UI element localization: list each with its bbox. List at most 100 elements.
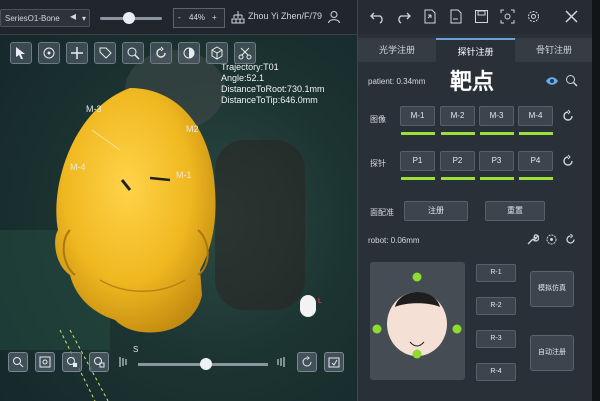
robot-settings-icon[interactable] <box>545 233 558 246</box>
panel-toolbar <box>358 0 593 34</box>
marker-label-m1: M-1 <box>176 170 192 180</box>
series-select[interactable]: SeriesO1-Bone ▾ <box>0 9 90 27</box>
zoom-in-button[interactable]: + <box>212 9 217 27</box>
head-topview-icon <box>372 272 462 359</box>
undo-icon <box>370 12 383 24</box>
registration-tabs: 光学注册 探针注册 骨钉注册 <box>358 38 593 62</box>
reset-view-icon <box>302 356 312 367</box>
redo-button[interactable] <box>396 9 411 24</box>
series-select-value: SeriesO1-Bone <box>5 14 60 23</box>
window-tool-button[interactable] <box>62 352 82 372</box>
tab-screw-registration[interactable]: 骨钉注册 <box>515 38 593 62</box>
export-icon <box>328 357 340 368</box>
contrast-tool-button[interactable] <box>178 42 200 64</box>
register-button[interactable]: 注册 <box>404 201 468 221</box>
probe-point-p4-button[interactable]: P4 <box>518 151 553 171</box>
zoom-slider-thumb[interactable] <box>123 12 135 24</box>
range-left-icon[interactable] <box>118 355 132 369</box>
save-icon <box>475 10 488 23</box>
close-button[interactable] <box>564 9 579 24</box>
distance-to-tip: DistanceToTip:646.0mm <box>221 95 318 105</box>
zoom-out-button[interactable]: - <box>178 9 181 27</box>
3d-viewport[interactable]: M-3 M2 M-4 M-1 L Trajectory:T01 Angle:52… <box>0 0 357 401</box>
probe-p2-status-bar <box>441 177 475 180</box>
probe-point-p3-button[interactable]: P3 <box>479 151 514 171</box>
tag-icon <box>99 47 112 59</box>
slice-label: S <box>133 345 139 354</box>
target-title: 靶点 <box>450 69 495 94</box>
export-view-button[interactable] <box>324 352 344 372</box>
probe-point-p2-button[interactable]: P2 <box>440 151 475 171</box>
registration-panel: 光学注册 探针注册 骨钉注册 patient: 0.34mm 靶点 图像 M-1… <box>357 0 593 401</box>
zoom-value: 44% <box>189 13 206 22</box>
tab-probe-registration[interactable]: 探针注册 <box>436 38 515 62</box>
rotate-tool-button[interactable] <box>150 42 172 64</box>
auto-register-button[interactable]: 自动注册 <box>530 335 574 371</box>
viewer-top-bar: SeriesO1-Bone ▾ ◂ - 44% + Zhou Yi Zhen/F… <box>0 0 357 35</box>
probe-row-label: 探针 <box>370 159 386 168</box>
undo-button[interactable] <box>370 9 385 24</box>
zoom-tool-button[interactable] <box>122 42 144 64</box>
image-point-m4-button[interactable]: M-4 <box>518 106 553 126</box>
layers-tool-button[interactable] <box>89 352 109 372</box>
robot-point-r2-button[interactable]: R-2 <box>476 297 516 315</box>
window-icon <box>67 357 77 367</box>
wrench-icon[interactable] <box>526 233 539 246</box>
contrast-icon <box>183 47 195 59</box>
save-button[interactable] <box>474 9 489 24</box>
patient-error: patient: 0.34mm <box>368 77 426 86</box>
reset-view-button[interactable] <box>297 352 317 372</box>
robot-error: robot: 0.06mm <box>368 236 420 245</box>
simulate-button[interactable]: 模拟仿真 <box>530 271 574 307</box>
move-icon <box>71 47 83 59</box>
marker-label-m3: M-3 <box>86 104 102 114</box>
orientation-head-marker <box>300 295 316 317</box>
trajectory-angle: Angle:52.1 <box>221 73 265 83</box>
fit-tool-button[interactable] <box>35 352 55 372</box>
zoom-in-tool-button[interactable] <box>8 352 28 372</box>
scissors-icon <box>238 47 252 60</box>
probe-point-p1-button[interactable]: P1 <box>400 151 435 171</box>
range-right-icon[interactable] <box>272 355 286 369</box>
target-icon <box>43 47 55 59</box>
skull-3d-model[interactable] <box>30 80 230 340</box>
slice-slider-thumb[interactable] <box>200 358 212 370</box>
user-icon[interactable] <box>327 10 341 24</box>
probe-reset-icon[interactable] <box>561 154 575 168</box>
pointer-tool-button[interactable] <box>10 42 32 64</box>
capture-button[interactable] <box>500 9 515 24</box>
cube-tool-button[interactable] <box>206 42 228 64</box>
image-point-m2-button[interactable]: M-2 <box>440 106 475 126</box>
robot-point-r3-button[interactable]: R-3 <box>476 330 516 348</box>
export-file-button[interactable] <box>448 9 463 24</box>
pointer-icon <box>16 47 25 59</box>
import-icon <box>424 9 436 24</box>
distance-to-root: DistanceToRoot:730.1mm <box>221 84 325 94</box>
image-m3-status-bar <box>480 132 514 135</box>
reset-button[interactable]: 重置 <box>485 201 545 221</box>
hierarchy-icon[interactable] <box>231 10 245 24</box>
eye-icon[interactable] <box>545 76 559 86</box>
move-tool-button[interactable] <box>66 42 88 64</box>
target-tool-button[interactable] <box>38 42 60 64</box>
orientation-label: L <box>318 298 322 305</box>
robot-reset-icon[interactable] <box>564 233 577 246</box>
robot-head-diagram <box>370 262 465 380</box>
image-m4-status-bar <box>519 132 553 135</box>
settings-icon <box>528 11 539 22</box>
robot-point-r1-button[interactable]: R-1 <box>476 264 516 282</box>
tag-tool-button[interactable] <box>94 42 116 64</box>
image-point-m3-button[interactable]: M-3 <box>479 106 514 126</box>
collapse-left-icon[interactable]: ◂ <box>70 9 76 23</box>
robot-point-r4-button[interactable]: R-4 <box>476 363 516 381</box>
image-point-m1-button[interactable]: M-1 <box>400 106 435 126</box>
probe-p3-status-bar <box>480 177 514 180</box>
settings-button[interactable] <box>526 9 541 24</box>
tab-optical-registration[interactable]: 光学注册 <box>358 38 436 62</box>
cut-tool-button[interactable] <box>234 42 256 64</box>
surface-registration-label: 面配准 <box>370 208 394 217</box>
search-icon[interactable] <box>565 74 578 87</box>
import-button[interactable] <box>422 9 437 24</box>
zoom-icon <box>127 47 140 60</box>
image-reset-icon[interactable] <box>561 109 575 123</box>
